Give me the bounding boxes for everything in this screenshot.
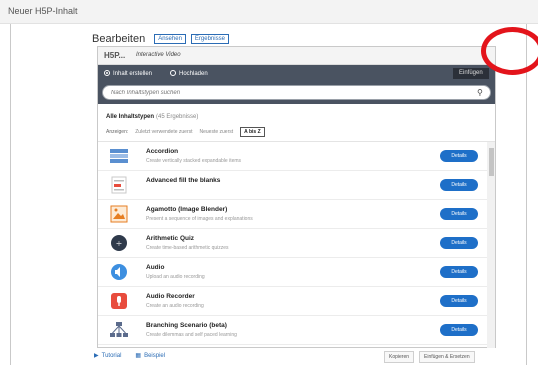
paste-replace-button[interactable]: Einfügen & Ersetzen: [419, 351, 475, 363]
list-item[interactable]: ÷ Arithmetic Quiz Create time-based arit…: [98, 229, 487, 258]
footer-links: ▶ Tutorial ▦ Beispiel: [94, 352, 165, 359]
page-frame: Neuer H5P-Inhalt Bearbeiten Ansehen Erge…: [0, 0, 538, 365]
sort-recent[interactable]: Zuletzt verwendete zuerst: [135, 129, 192, 135]
window-titlebar: Neuer H5P-Inhalt: [0, 0, 538, 24]
list-item[interactable]: Agamotto (Image Blender) Present a seque…: [98, 200, 487, 229]
hub-tabs: Inhalt erstellen Hochladen Einfügen: [98, 65, 495, 82]
example-link[interactable]: ▦ Beispiel: [135, 352, 165, 359]
details-button[interactable]: Details: [440, 266, 478, 278]
details-button[interactable]: Details: [440, 179, 478, 191]
image-blender-icon: [110, 205, 128, 223]
item-name: Accordion: [146, 148, 179, 155]
fill-blanks-icon: [111, 176, 127, 194]
list-item[interactable]: Branching Scenario (beta) Create dilemma…: [98, 316, 487, 345]
tutorial-link[interactable]: ▶ Tutorial: [94, 352, 121, 359]
view-button[interactable]: Ansehen: [154, 34, 186, 44]
arithmetic-icon: ÷: [111, 235, 127, 251]
frame-border-left: [10, 24, 11, 365]
tab-create-content[interactable]: Inhalt erstellen: [104, 70, 152, 77]
tutorial-icon: ▶: [94, 353, 99, 359]
item-name: Audio: [146, 264, 165, 271]
footer-actions: Kopieren Einfügen & Ersetzen: [384, 351, 475, 363]
item-name: Arithmetic Quiz: [146, 235, 195, 242]
item-description: Present a sequence of images and explana…: [146, 216, 253, 222]
example-icon: ▦: [135, 353, 142, 359]
all-content-types-heading: Alle Inhaltstypen (45 Ergebnisse): [106, 114, 198, 120]
radio-selected-icon: [104, 70, 110, 76]
highlight-circle-annotation: [481, 27, 538, 75]
scrollbar-thumb[interactable]: [489, 148, 494, 176]
details-button[interactable]: Details: [440, 208, 478, 220]
search-input[interactable]: [111, 88, 471, 98]
item-name: Branching Scenario (beta): [146, 322, 227, 329]
list-item[interactable]: Audio Recorder Create an audio recording…: [98, 287, 487, 316]
item-name: Agamotto (Image Blender): [146, 206, 228, 213]
frame-border-right: [526, 24, 527, 365]
item-name: Advanced fill the blanks: [146, 177, 221, 184]
tab-upload[interactable]: Hochladen: [170, 70, 208, 77]
selected-content-type: Interactive Video: [136, 52, 181, 58]
sort-newest[interactable]: Neueste zuerst: [200, 129, 234, 135]
details-button[interactable]: Details: [440, 237, 478, 249]
hub-header[interactable]: H5P... Interactive Video ⌄: [98, 47, 495, 65]
h5p-logo: H5P...: [104, 51, 126, 60]
list-item[interactable]: Advanced fill the blanks Details: [98, 171, 487, 200]
radio-icon: [170, 70, 176, 76]
accordion-icon: [110, 149, 128, 163]
h5p-hub: H5P... Interactive Video ⌄ Inhalt erstel…: [97, 46, 496, 348]
sort-a-to-z[interactable]: A bis Z: [240, 127, 265, 137]
item-description: Upload an audio recording: [146, 274, 205, 280]
search-icon[interactable]: ⚲: [477, 88, 483, 97]
copy-button[interactable]: Kopieren: [384, 351, 415, 363]
details-button[interactable]: Details: [440, 150, 478, 162]
all-types-label: Alle Inhaltstypen: [106, 114, 155, 120]
search-area: ⚲: [98, 82, 495, 104]
sort-label: Anzeigen:: [106, 129, 129, 135]
insert-button[interactable]: Einfügen: [453, 68, 489, 79]
details-button[interactable]: Details: [440, 324, 478, 336]
search-box: ⚲: [102, 85, 491, 100]
item-description: Create an audio recording: [146, 303, 204, 309]
edit-header: Bearbeiten Ansehen Ergebnisse: [92, 32, 229, 46]
edit-title: Bearbeiten: [92, 33, 146, 45]
svg-text:÷: ÷: [116, 239, 123, 248]
item-description: Create vertically stacked expandable ite…: [146, 158, 242, 164]
audio-icon: [111, 264, 127, 280]
window-title: Neuer H5P-Inhalt: [8, 6, 78, 16]
list-item[interactable]: Audio Upload an audio recording Details: [98, 258, 487, 287]
item-description: Create time-based arithmetic quizzes: [146, 245, 229, 251]
list-item[interactable]: Accordion Create vertically stacked expa…: [98, 142, 487, 171]
item-name: Audio Recorder: [146, 293, 195, 300]
branching-icon: [110, 322, 128, 337]
details-button[interactable]: Details: [440, 295, 478, 307]
content-type-list: Accordion Create vertically stacked expa…: [98, 141, 495, 348]
result-count: (45 Ergebnisse): [156, 114, 199, 120]
microphone-icon: [111, 293, 127, 309]
sort-bar: Anzeigen: Zuletzt verwendete zuerst Neue…: [106, 126, 265, 138]
item-description: Create dilemmas and self paced learning: [146, 332, 237, 338]
results-button[interactable]: Ergebnisse: [190, 34, 229, 44]
